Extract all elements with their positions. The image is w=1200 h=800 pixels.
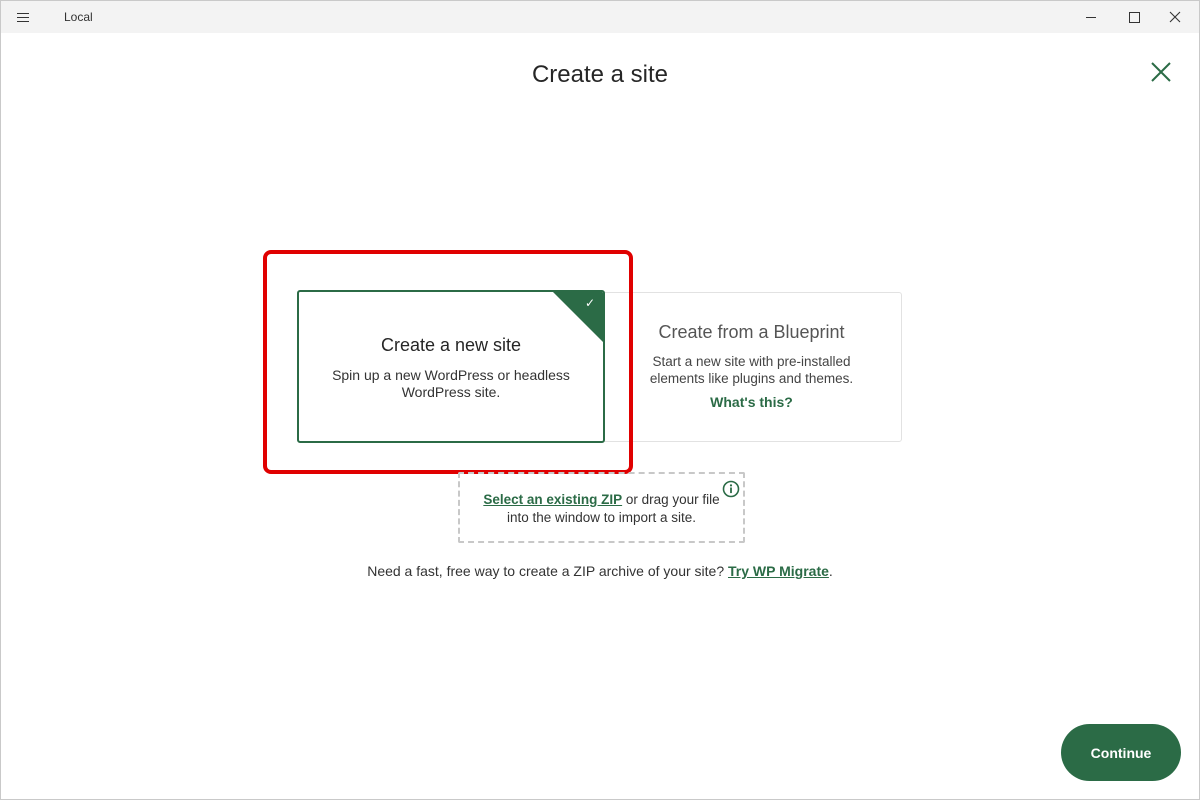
app-window: Local Create a site Create from a Bluepr… — [0, 0, 1200, 800]
migrate-suffix: . — [828, 563, 833, 579]
maximize-icon — [1128, 11, 1140, 23]
minimize-button[interactable] — [1068, 1, 1114, 33]
continue-button[interactable]: Continue — [1061, 724, 1181, 781]
create-new-site-option[interactable]: ✓ Create a new site Spin up a new WordPr… — [297, 290, 605, 443]
page-title: Create a site — [531, 61, 669, 88]
app-title: Local — [64, 10, 93, 24]
blueprint-option-title: Create from a Blueprint — [658, 322, 845, 342]
info-icon[interactable] — [722, 480, 740, 498]
zip-drop-zone[interactable]: Select an existing ZIP or drag your file… — [458, 472, 745, 543]
migrate-prompt: Need a fast, free way to create a ZIP ar… — [1, 563, 1199, 579]
dismiss-button[interactable] — [1147, 58, 1175, 86]
whats-this-link[interactable]: What's this? — [710, 394, 793, 410]
try-wp-migrate-link[interactable]: Try WP Migrate — [728, 563, 829, 579]
hamburger-menu-icon[interactable] — [11, 7, 35, 27]
maximize-button[interactable] — [1111, 1, 1157, 33]
close-window-button[interactable] — [1152, 1, 1198, 33]
select-existing-zip-link[interactable]: Select an existing ZIP — [483, 492, 622, 507]
minimize-icon — [1086, 16, 1096, 18]
close-icon — [1169, 11, 1181, 23]
blueprint-option-description: Start a new site with pre-installed elem… — [649, 354, 854, 386]
create-from-blueprint-option[interactable]: Create from a Blueprint Start a new site… — [601, 292, 902, 442]
new-site-option-description: Spin up a new WordPress or headless Word… — [332, 367, 570, 400]
title-bar: Local — [1, 1, 1199, 33]
close-x-icon — [1151, 62, 1171, 82]
migrate-text: Need a fast, free way to create a ZIP ar… — [367, 563, 729, 579]
zip-import-text: Select an existing ZIP or drag your file… — [474, 491, 729, 527]
checkmark-icon: ✓ — [584, 296, 595, 310]
selected-corner-badge — [552, 292, 603, 343]
